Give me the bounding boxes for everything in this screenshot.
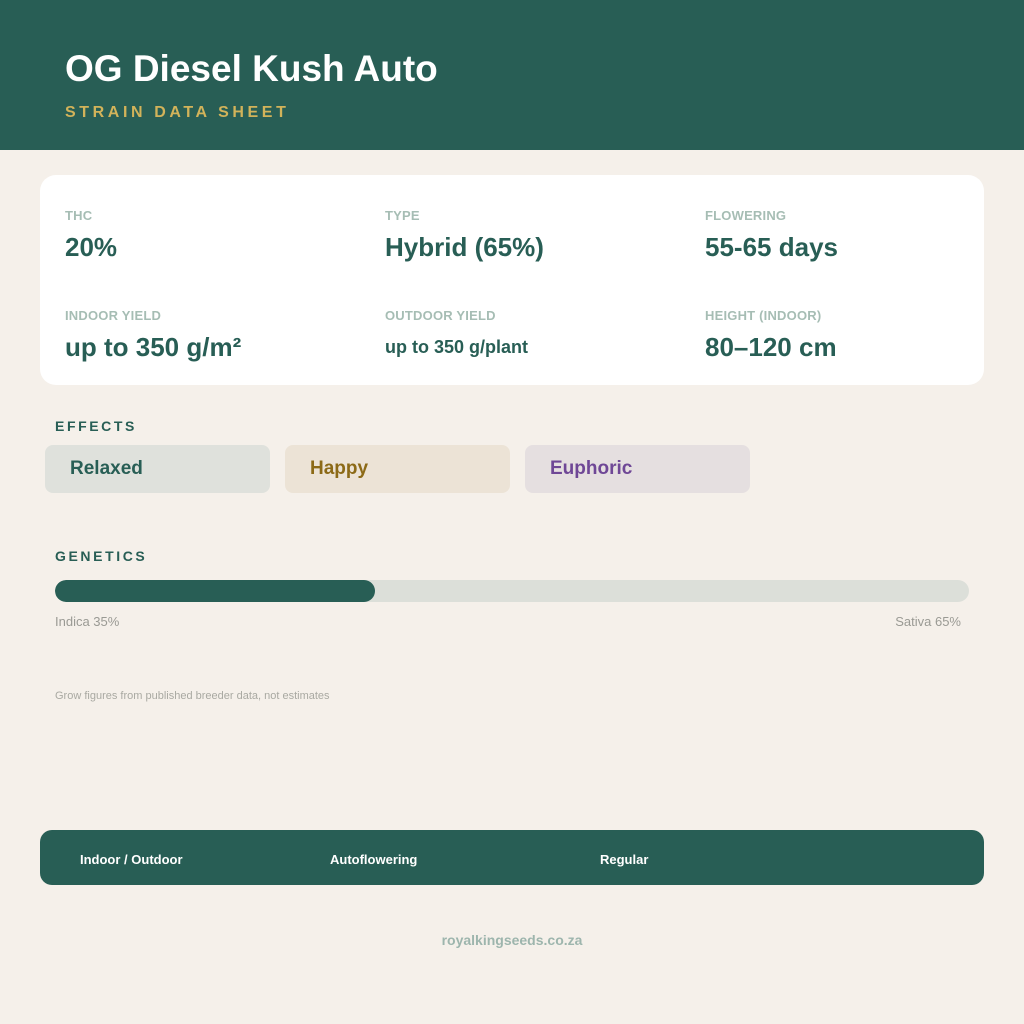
stat-flowering: FLOWERING 55-65 days [705,208,838,263]
stat-height: HEIGHT (INDOOR) 80–120 cm [705,308,837,363]
effects-heading: EFFECTS [55,418,137,434]
stat-label: TYPE [385,208,420,223]
strain-title: OG Diesel Kush Auto [65,48,438,89]
stat-type: TYPE Hybrid (65%) [385,208,544,263]
stat-label: OUTDOOR YIELD [385,308,496,323]
stat-value: up to 350 g/m² [65,332,242,362]
header-banner: OG Diesel Kush Auto STRAIN DATA SHEET [0,0,1024,150]
effect-chip-euphoric: Euphoric [525,445,750,493]
indica-fill [55,580,375,602]
stat-label: THC [65,208,93,223]
indica-label: Indica 35% [55,614,120,629]
source-note: Grow figures from published breeder data… [55,690,330,702]
stat-outdoor-yield: OUTDOOR YIELD up to 350 g/plant [385,308,528,358]
website-url: royalkingseeds.co.za [441,932,583,948]
tag-autoflowering: Autoflowering [330,852,418,867]
stat-value: Hybrid (65%) [385,232,544,262]
genetics-bar [55,580,969,602]
stat-label: FLOWERING [705,208,787,223]
stat-value: 55-65 days [705,232,838,262]
sativa-label: Sativa 65% [895,614,961,629]
tag-indoor-outdoor: Indoor / Outdoor [80,852,183,867]
effect-chip-happy: Happy [285,445,510,493]
effect-chip-relaxed: Relaxed [45,445,270,493]
genetics-heading: GENETICS [55,548,148,564]
tag-regular: Regular [600,852,649,867]
stat-thc: THC 20% [65,208,117,263]
stat-indoor-yield: INDOOR YIELD up to 350 g/m² [65,308,241,363]
tags-bar: Indoor / Outdoor Autoflowering Regular [40,830,984,885]
stat-label: HEIGHT (INDOOR) [705,308,822,323]
stat-value: up to 350 g/plant [385,337,529,357]
stat-label: INDOOR YIELD [65,308,162,323]
sheet-subtitle: STRAIN DATA SHEET [65,104,290,121]
stat-value: 20% [65,232,118,262]
stats-card: THC 20% TYPE Hybrid (65%) FLOWERING 55-6… [40,175,984,385]
stat-value: 80–120 cm [705,332,837,362]
